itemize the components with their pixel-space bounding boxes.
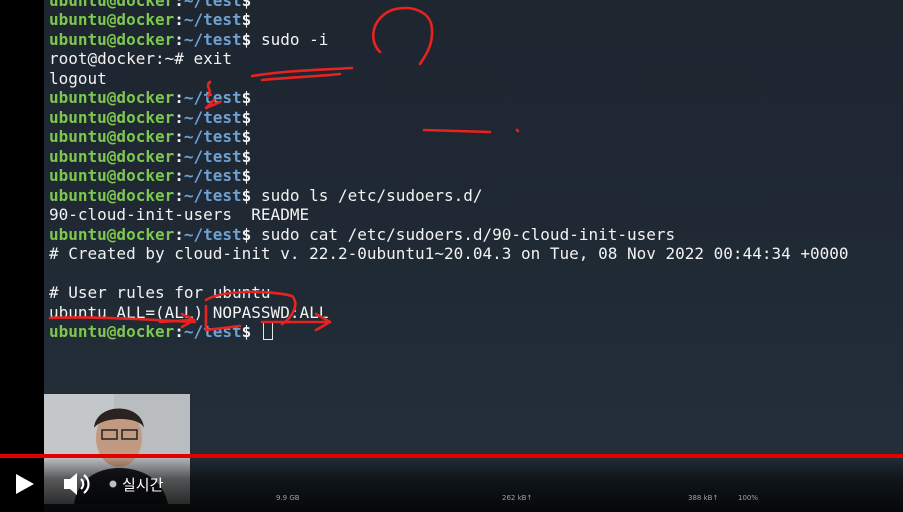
output-line: 90-cloud-init-users README: [49, 205, 310, 224]
prompt-path: ~/test: [183, 127, 242, 146]
prompt-line: ubuntu@docker:~/test$: [49, 10, 251, 30]
command-text: sudo ls /etc/sudoers.d/: [251, 185, 483, 205]
prompt-user: ubuntu@docker: [49, 166, 175, 185]
prompt-user: ubuntu@docker: [49, 88, 175, 107]
prompt-user: ubuntu@docker: [49, 322, 175, 341]
stat-download: 388 kB↑: [688, 494, 719, 502]
prompt-user: ubuntu@docker: [49, 107, 175, 127]
prompt-separator: :: [174, 127, 184, 146]
prompt-line: ubuntu@docker:~/test$: [49, 0, 251, 10]
prompt-path: ~/test: [183, 29, 242, 49]
left-black-bar: [0, 0, 44, 512]
prompt-path: ~/test: [183, 10, 242, 29]
prompt-path: ~/test: [183, 224, 242, 244]
prompt-separator: :: [174, 166, 184, 185]
prompt-dollar: $: [241, 88, 252, 107]
prompt-user: ubuntu@docker: [49, 146, 175, 166]
prompt-dollar: $: [241, 107, 252, 127]
prompt-line: ubuntu@docker:~/test$: [49, 147, 251, 167]
live-label[interactable]: 실시간: [122, 474, 163, 495]
prompt-line: ubuntu@docker:~/test$: [49, 127, 251, 147]
progress-bar[interactable]: [0, 454, 903, 458]
prompt-separator: :: [174, 224, 184, 244]
output-line: ubuntu ALL=(ALL) NOPASSWD:ALL: [49, 302, 329, 322]
prompt-separator: :: [174, 10, 184, 29]
prompt-path: ~/test: [183, 166, 242, 185]
prompt-line: ubuntu@docker:~/test$: [49, 88, 251, 108]
live-dot-icon: [109, 480, 117, 488]
prompt-dollar: $: [241, 185, 252, 205]
prompt-separator: :: [174, 185, 184, 205]
command-text: [251, 322, 261, 341]
prompt-user: ubuntu@docker: [49, 127, 175, 146]
prompt-line: ubuntu@docker:~/test$ sudo cat /etc/sudo…: [49, 225, 675, 245]
command-text: sudo -i: [251, 29, 329, 49]
prompt-line: ubuntu@docker:~/test$: [49, 322, 273, 342]
prompt-path: ~/test: [183, 146, 242, 166]
prompt-dollar: $: [241, 10, 252, 29]
prompt-separator: :: [174, 0, 184, 10]
prompt-dollar: $: [241, 127, 252, 146]
prompt-path: ~/test: [183, 107, 242, 127]
prompt-path: ~/test: [183, 0, 242, 10]
prompt-separator: :: [174, 88, 184, 107]
play-icon[interactable]: [12, 472, 36, 496]
stat-upload: 262 kB↑: [502, 494, 533, 502]
prompt-user: ubuntu@docker: [49, 29, 175, 49]
output-line: # Created by cloud-init v. 22.2-0ubuntu1…: [49, 244, 849, 263]
prompt-line: ubuntu@docker:~/test$: [49, 166, 251, 186]
prompt-line: ubuntu@docker:~/test$: [49, 108, 251, 128]
prompt-user: ubuntu@docker: [49, 185, 175, 205]
prompt-dollar: $: [241, 146, 252, 166]
prompt-dollar: $: [241, 322, 252, 341]
prompt-line: ubuntu@docker:~/test$ sudo ls /etc/sudoe…: [49, 186, 483, 206]
prompt-dollar: $: [241, 0, 252, 10]
prompt-dollar: $: [241, 29, 252, 49]
prompt-line: ubuntu@docker:~/test$ sudo -i: [49, 30, 328, 50]
prompt-path: ~/test: [183, 88, 242, 107]
terminal-cursor[interactable]: [262, 322, 273, 340]
prompt-user: ubuntu@docker: [49, 10, 175, 29]
stat-battery: 100%: [738, 494, 759, 502]
prompt-user: ubuntu@docker: [49, 0, 175, 10]
prompt-user: ubuntu@docker: [49, 224, 175, 244]
output-line: root@docker:~# exit: [49, 49, 233, 68]
prompt-separator: :: [174, 29, 184, 49]
output-line: logout: [49, 68, 107, 88]
prompt-separator: :: [174, 322, 184, 341]
command-text: sudo cat /etc/sudoers.d/90-cloud-init-us…: [251, 224, 676, 244]
prompt-dollar: $: [241, 224, 252, 244]
stat-memory: 9.9 GB: [276, 494, 300, 502]
output-line: # User rules for ubuntu: [49, 283, 271, 302]
volume-icon[interactable]: [62, 470, 92, 498]
prompt-separator: :: [174, 146, 184, 166]
prompt-separator: :: [174, 107, 184, 127]
prompt-path: ~/test: [183, 185, 242, 205]
prompt-dollar: $: [241, 166, 252, 185]
prompt-path: ~/test: [183, 322, 242, 341]
